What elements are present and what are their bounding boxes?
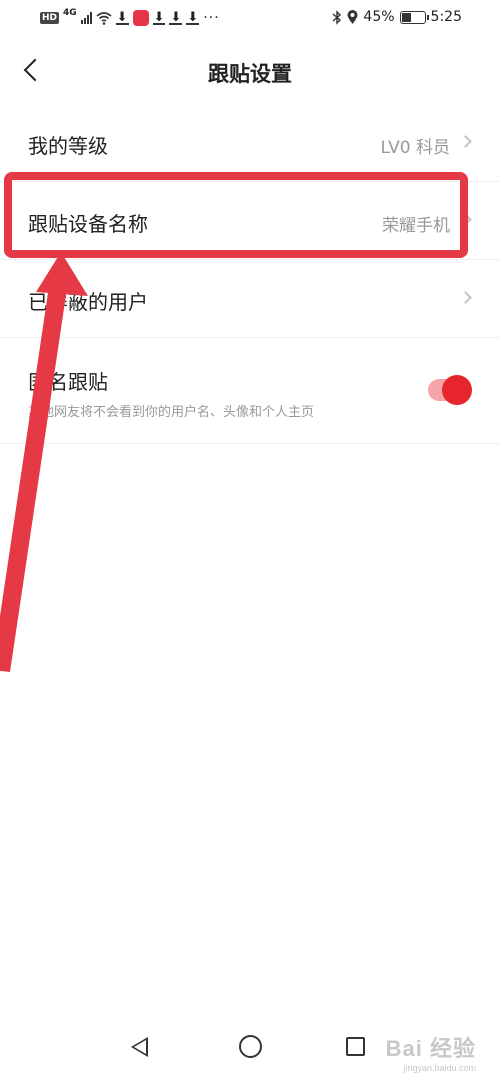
status-bar: HD 4G ⬇ ⬇ ⬇ ⬇ ··· 45% 5:25 — [0, 0, 500, 38]
nav-recent-apps-icon[interactable] — [346, 1037, 365, 1056]
status-time: 5:25 — [430, 9, 462, 25]
signal-icon — [80, 12, 92, 24]
chevron-right-icon — [459, 213, 472, 226]
status-right-icons: 45% 5:25 — [332, 9, 462, 25]
hd-icon: HD — [40, 12, 60, 24]
bluetooth-icon — [332, 9, 342, 25]
device-name-value: 荣耀手机 — [382, 216, 450, 236]
blocked-users-label: 已屏蔽的用户 — [28, 290, 148, 314]
settings-list: 我的等级 LV0 科员 跟贴设备名称 荣耀手机 已屏蔽的用户 — [0, 104, 500, 338]
chevron-right-icon — [459, 291, 472, 304]
nav-home-icon[interactable] — [239, 1035, 262, 1058]
watermark: Bai 经验 jingyan.baidu.com — [386, 1031, 476, 1073]
settings-row-anonymous: 匿名跟贴 其他网友将不会看到你的用户名、头像和个人主页 — [0, 340, 500, 444]
toggle-knob — [442, 375, 472, 405]
wifi-icon — [96, 11, 112, 25]
battery-icon — [399, 10, 429, 24]
level-value: LV0 科员 — [380, 138, 450, 158]
device-name-label: 跟贴设备名称 — [28, 212, 148, 236]
battery-fill — [401, 12, 411, 22]
anonymous-description: 其他网友将不会看到你的用户名、头像和个人主页 — [28, 405, 315, 420]
settings-row-blocked-users[interactable]: 已屏蔽的用户 — [0, 260, 500, 338]
app-notification-icon — [132, 10, 149, 26]
watermark-logo: Bai 经验 — [385, 1036, 476, 1061]
network-type-label: 4G — [63, 8, 77, 18]
status-left-icons: HD 4G ⬇ ⬇ ⬇ ⬇ ··· — [40, 8, 220, 26]
battery-percent: 45% — [363, 9, 395, 25]
download-icon: ⬇ — [115, 10, 129, 25]
chevron-right-icon — [459, 135, 472, 148]
download-icon: ⬇ — [186, 10, 200, 25]
download-icon: ⬇ — [169, 10, 183, 25]
anonymous-toggle[interactable] — [428, 375, 472, 405]
nav-back-icon[interactable] — [131, 1037, 148, 1057]
download-icon: ⬇ — [152, 10, 166, 25]
location-icon — [347, 9, 358, 24]
watermark-url: jingyan.baidu.com — [403, 1063, 476, 1073]
page-title: 跟贴设置 — [208, 62, 292, 86]
anonymous-label: 匿名跟贴 — [28, 370, 108, 394]
header: 跟贴设置 — [0, 44, 500, 100]
settings-row-level[interactable]: 我的等级 LV0 科员 — [0, 104, 500, 182]
level-label: 我的等级 — [28, 134, 108, 158]
settings-row-device-name[interactable]: 跟贴设备名称 荣耀手机 — [0, 182, 500, 260]
more-notifications-icon: ··· — [203, 10, 220, 26]
